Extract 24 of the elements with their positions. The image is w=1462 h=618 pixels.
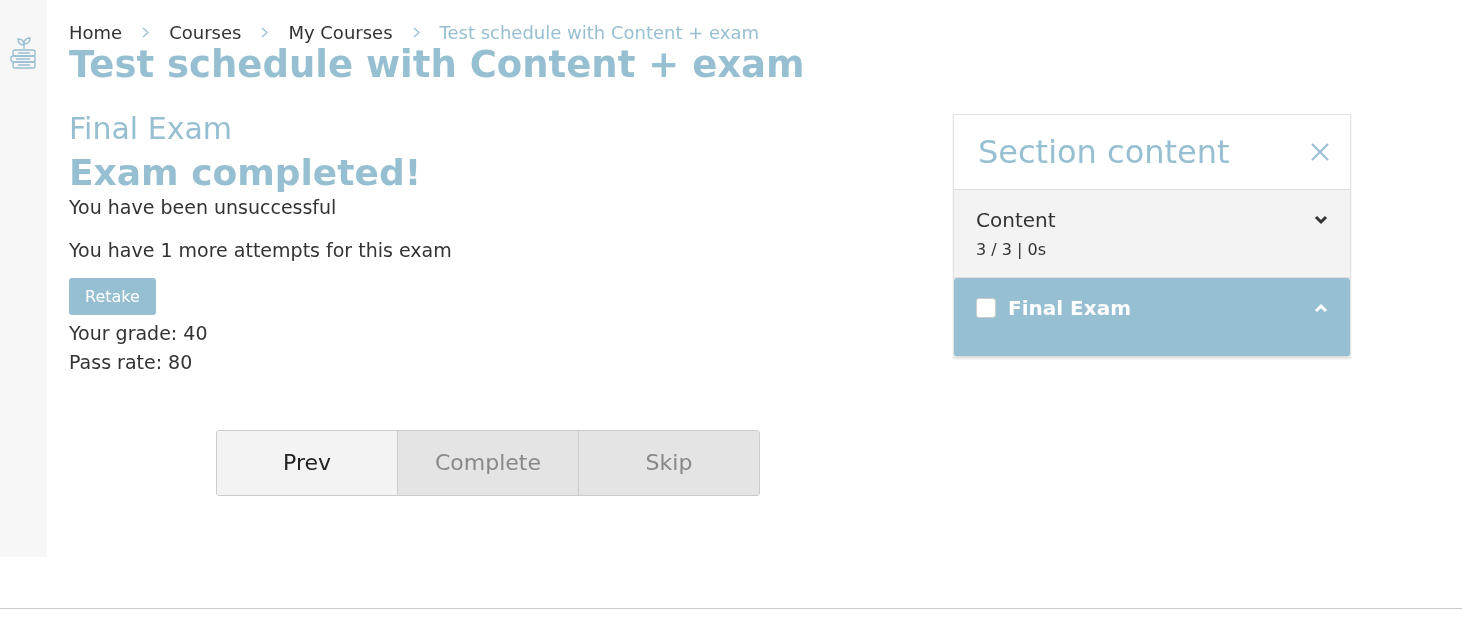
nav-button[interactable]: Prev bbox=[217, 430, 397, 495]
section-title: Content bbox=[976, 208, 1056, 232]
chevron-right-icon bbox=[412, 27, 420, 38]
checkbox[interactable] bbox=[976, 298, 996, 318]
breadcrumb-link[interactable]: My Courses bbox=[288, 22, 393, 43]
section-item[interactable]: Content 3 / 3 | 0s bbox=[954, 190, 1350, 278]
breadcrumb-link[interactable]: Home bbox=[69, 22, 123, 43]
breadcrumb-link[interactable]: Courses bbox=[169, 22, 242, 43]
section-title: Final Exam bbox=[1008, 296, 1131, 320]
chevron-right-icon bbox=[142, 27, 150, 38]
pass-rate-text: Pass rate: 80 bbox=[69, 350, 194, 376]
course-title: Test schedule with Content + exam bbox=[69, 43, 806, 88]
chevron-down-icon[interactable] bbox=[1314, 215, 1328, 225]
result-heading: Exam completed! bbox=[69, 153, 423, 193]
result-message: You have been unsuccessful bbox=[69, 195, 338, 220]
chevron-right-icon bbox=[261, 27, 269, 38]
chevron-up-icon[interactable] bbox=[1314, 303, 1328, 313]
grade-text: Your grade: 40 bbox=[69, 320, 209, 346]
books-plant-icon[interactable] bbox=[9, 37, 38, 71]
lesson-title: Final Exam bbox=[69, 111, 233, 148]
close-icon[interactable] bbox=[1310, 142, 1330, 162]
panel-title: Section content bbox=[978, 133, 1230, 171]
section-meta: 3 / 3 | 0s bbox=[976, 240, 1047, 259]
attempts-text: You have 1 more attempts for this exam bbox=[69, 238, 453, 264]
